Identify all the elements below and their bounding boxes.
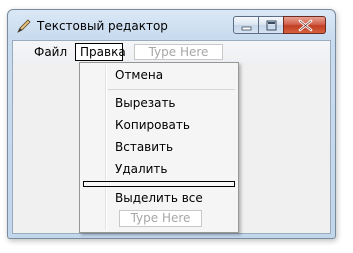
- window-title: Текстовый редактор: [37, 19, 168, 33]
- menu-file[interactable]: Файл: [30, 44, 71, 60]
- menu-item-delete[interactable]: Удалить: [115, 159, 168, 179]
- client-area: Файл Правка Type Here Отмена Вырезать Ко…: [12, 40, 331, 234]
- edit-menu-dropdown: Отмена Вырезать Копировать Вставить Удал…: [79, 62, 239, 233]
- menu-gutter: [105, 65, 107, 230]
- menubar-type-here[interactable]: Type Here: [134, 44, 223, 60]
- menu-bar: Файл Правка Type Here: [13, 41, 330, 63]
- pen-icon: [16, 18, 32, 34]
- menu-item-cut[interactable]: Вырезать: [115, 93, 176, 113]
- menu-item-undo[interactable]: Отмена: [115, 65, 163, 85]
- dropdown-type-here[interactable]: Type Here: [119, 210, 202, 227]
- maximize-button[interactable]: [258, 16, 284, 34]
- minimize-button[interactable]: [233, 16, 259, 34]
- menu-edit[interactable]: Правка: [75, 43, 126, 61]
- menu-item-select-all[interactable]: Выделить все: [115, 188, 203, 208]
- close-button[interactable]: [283, 16, 326, 34]
- title-bar[interactable]: Текстовый редактор: [8, 10, 335, 40]
- menu-separator: [108, 89, 235, 90]
- close-icon: [298, 19, 313, 32]
- maximize-icon: [266, 20, 277, 31]
- selected-separator[interactable]: [83, 181, 235, 187]
- menu-item-copy[interactable]: Копировать: [115, 115, 190, 135]
- editor-window: Текстовый редактор Файл Правка Type Here: [7, 9, 336, 239]
- menu-item-paste[interactable]: Вставить: [115, 137, 173, 157]
- minimize-icon: [241, 26, 252, 31]
